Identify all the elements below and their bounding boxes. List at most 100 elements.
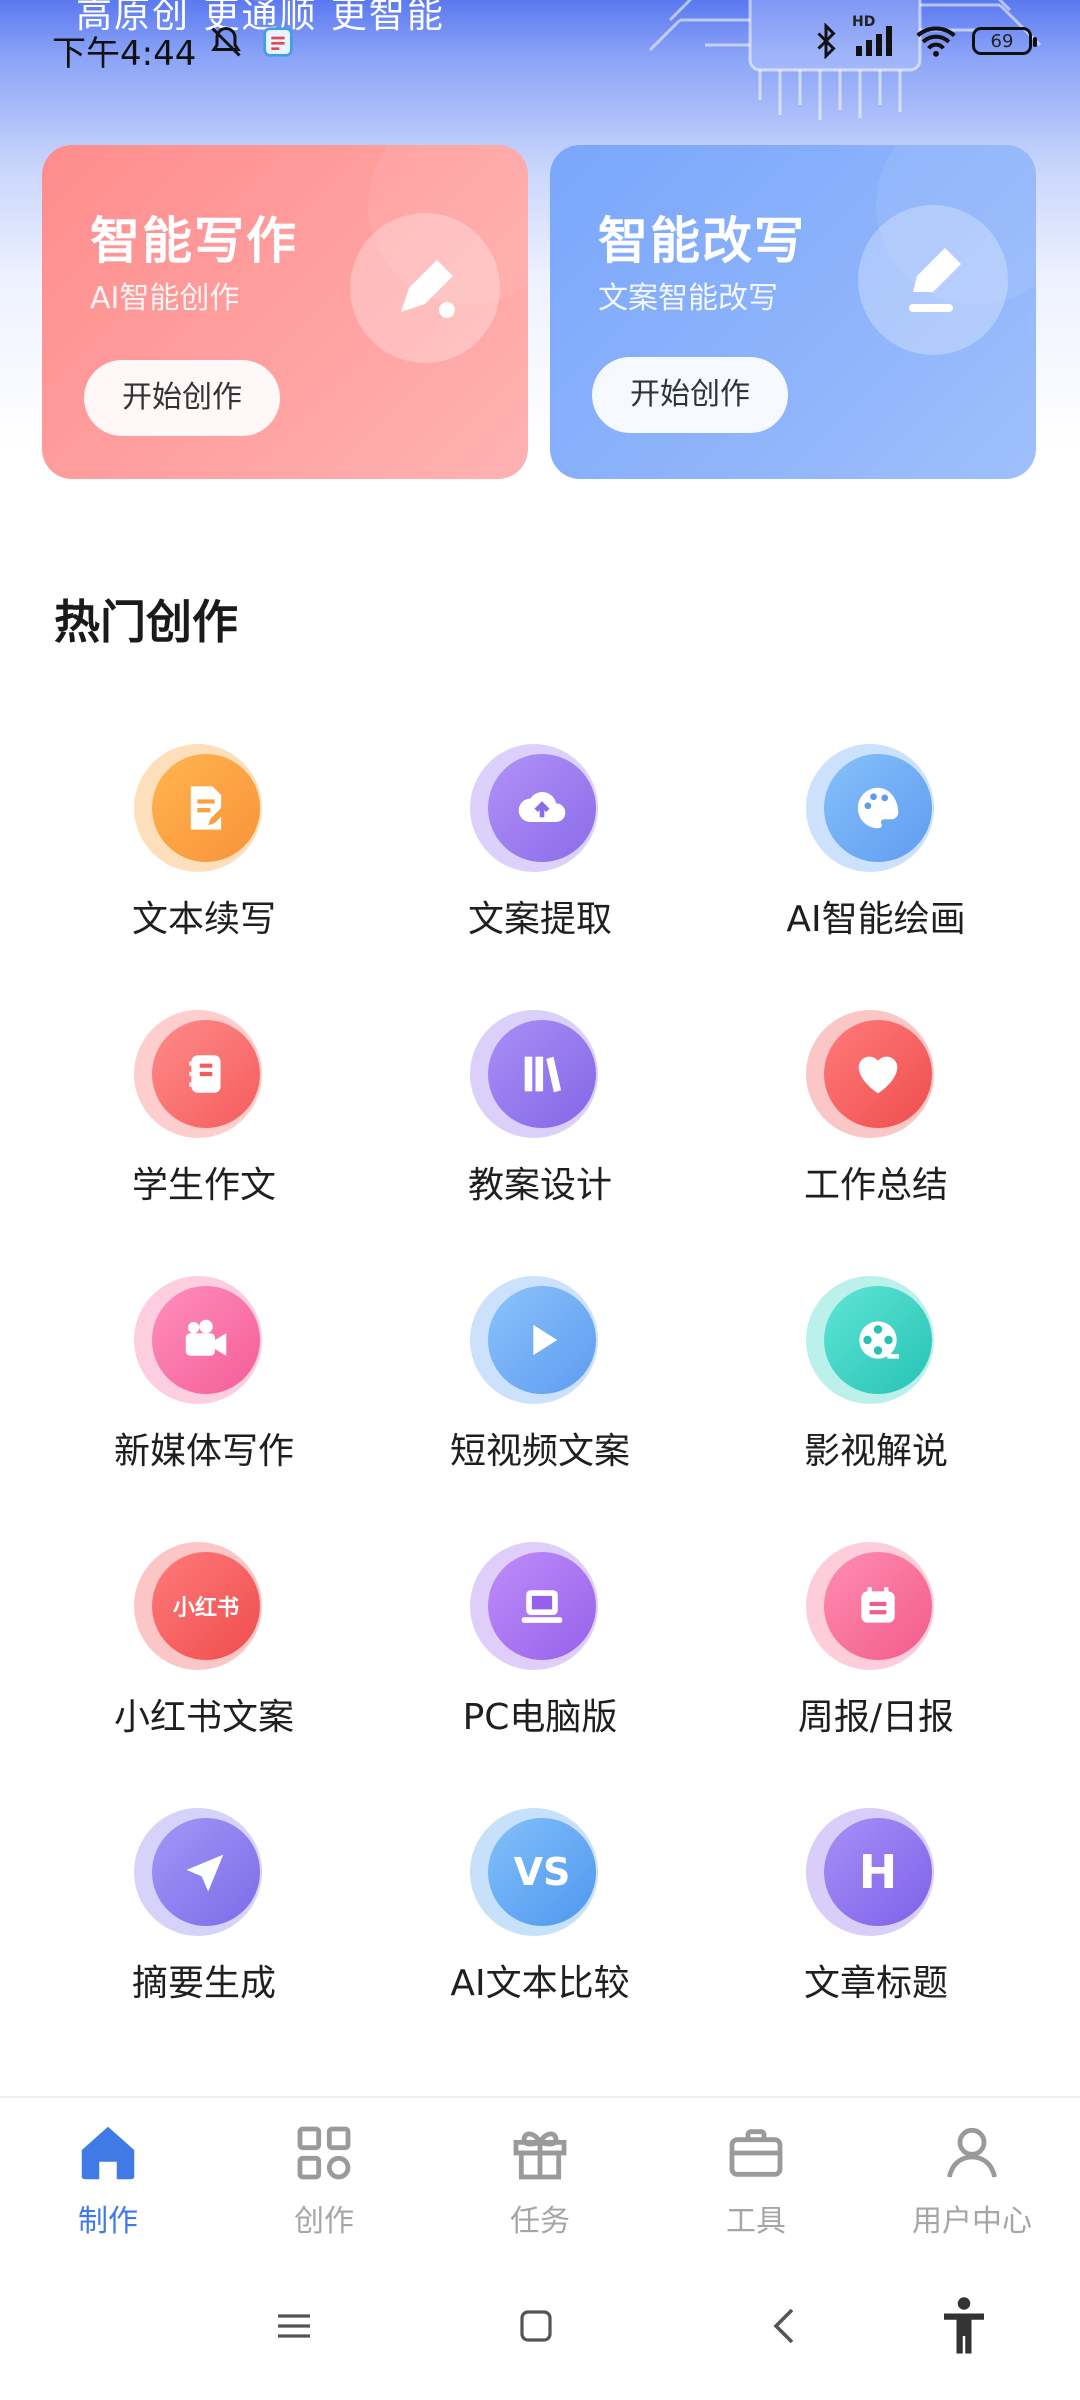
accessibility-icon[interactable] [924,2296,1004,2356]
nav-label: 制作 [78,2204,138,2239]
vs-icon: VS [470,1804,610,1944]
tool-label: 文本续写 [131,899,276,940]
bluetooth-icon [817,23,836,59]
start-writing-button[interactable]: 开始创作 [84,360,280,436]
tool-work-summary[interactable]: 工作总结 [726,1006,1026,1208]
nav-label: 创作 [294,2204,354,2239]
icon-disc [488,1552,596,1660]
mute-bell-icon [211,26,241,57]
nav-label: 任务 [510,2204,570,2239]
status-time: 下午4:44 [52,34,197,74]
nav-label: 工具 [726,2204,786,2239]
bottom-navigation: 制作 创作 任务 工具 用户中心 [0,2096,1080,2258]
home-icon [81,2126,135,2180]
briefcase-icon [729,2129,783,2177]
user-icon [946,2127,998,2178]
card-subtitle: AI智能创作 [90,281,240,316]
pencil-icon [350,213,500,363]
icon-disc [824,754,932,862]
icon-disc [488,754,596,862]
tool-label: 学生作文 [131,1165,276,1206]
tool-label: 短视频文案 [449,1431,630,1472]
status-icons: HD 69 [814,14,1037,60]
film-reel-icon [806,1272,946,1412]
tool-weekly-daily-report[interactable]: 周报/日报 [726,1538,1026,1740]
home-square-icon[interactable] [496,2296,576,2356]
nav-tab-create[interactable]: 创作 [234,2118,414,2240]
icon-disc [488,1020,596,1128]
notebook-icon [134,1006,274,1146]
heart-icon [806,1006,946,1146]
laptop-icon [470,1538,610,1678]
tool-pc-version[interactable]: PC电脑版 [390,1538,690,1740]
icon-disc [824,1286,932,1394]
status-left-icons [208,24,294,60]
xiaohongshu-badge: 小红书 [172,1596,239,1621]
battery-indicator: 69 [972,27,1037,55]
menu-icon[interactable] [254,2296,334,2356]
tool-lesson-plan[interactable]: 教案设计 [390,1006,690,1208]
tool-text-continue[interactable]: 文本续写 [54,740,354,942]
card-title: 智能写作 [90,212,298,270]
tool-label: AI文本比较 [450,1963,630,2004]
xiaohongshu-icon: 小红书 [134,1538,274,1678]
tool-label: 文案提取 [467,899,612,940]
tool-ai-painting[interactable]: AI智能绘画 [726,740,1026,942]
smart-writing-card[interactable]: 智能写作 AI智能创作 开始创作 [42,145,528,479]
tool-label: 周报/日报 [797,1697,955,1738]
icon-disc [152,754,260,862]
nav-tab-tools[interactable]: 工具 [666,2118,846,2240]
section-title: 热门创作 [54,595,238,649]
send-icon [134,1804,274,1944]
tool-label: AI智能绘画 [786,899,966,940]
tool-label: 摘要生成 [131,1963,276,2004]
play-icon [470,1272,610,1412]
calendar-icon [806,1538,946,1678]
tool-label: 工作总结 [803,1165,948,1206]
tool-student-essay[interactable]: 学生作文 [54,1006,354,1208]
smart-rewrite-card[interactable]: 智能改写 文案智能改写 开始创作 [550,145,1036,479]
heading-badge: H [858,1845,898,1899]
tool-film-commentary[interactable]: 影视解说 [726,1272,1026,1474]
tool-label: 文章标题 [803,1963,948,2004]
vs-badge: VS [513,1850,571,1894]
icon-disc [152,1818,260,1926]
tool-copy-extract[interactable]: 文案提取 [390,740,690,942]
tool-label: 影视解说 [803,1431,948,1472]
nav-tab-make[interactable]: 制作 [18,2118,198,2240]
tool-label: 新媒体写作 [113,1431,294,1472]
tool-new-media[interactable]: 新媒体写作 [54,1272,354,1474]
video-camera-icon [134,1272,274,1412]
icon-disc [488,1286,596,1394]
network-hd-label: HD [852,14,876,30]
icon-disc: VS [488,1818,596,1926]
tool-label: 小红书文案 [113,1697,294,1738]
back-chevron-icon[interactable] [744,2296,824,2356]
books-icon [470,1006,610,1146]
wifi-icon [916,26,956,57]
card-title: 智能改写 [598,212,806,270]
nav-label: 用户中心 [912,2204,1032,2239]
icon-disc: H [824,1818,932,1926]
tool-short-video[interactable]: 短视频文案 [390,1272,690,1474]
edit-icon [858,205,1008,355]
grid-icon [297,2126,351,2180]
cloud-upload-icon [470,740,610,880]
heading-icon: H [806,1804,946,1944]
icon-disc [824,1020,932,1128]
tool-label: PC电脑版 [462,1697,618,1738]
icon-disc [152,1286,260,1394]
nav-tab-tasks[interactable]: 任务 [450,2118,630,2240]
app-notification-icon [263,27,293,57]
document-edit-icon [134,740,274,880]
tool-article-title[interactable]: H 文章标题 [726,1804,1026,2006]
tool-ai-text-compare[interactable]: VS AI文本比较 [390,1804,690,2006]
gift-icon [513,2131,567,2180]
tool-summary-generate[interactable]: 摘要生成 [54,1804,354,2006]
nav-tab-user-center[interactable]: 用户中心 [882,2118,1062,2240]
start-rewrite-button[interactable]: 开始创作 [592,357,788,433]
system-navigation-bar [0,2256,1080,2400]
icon-disc [824,1552,932,1660]
icon-disc: 小红书 [152,1552,260,1660]
tool-xiaohongshu[interactable]: 小红书 小红书文案 [54,1538,354,1740]
